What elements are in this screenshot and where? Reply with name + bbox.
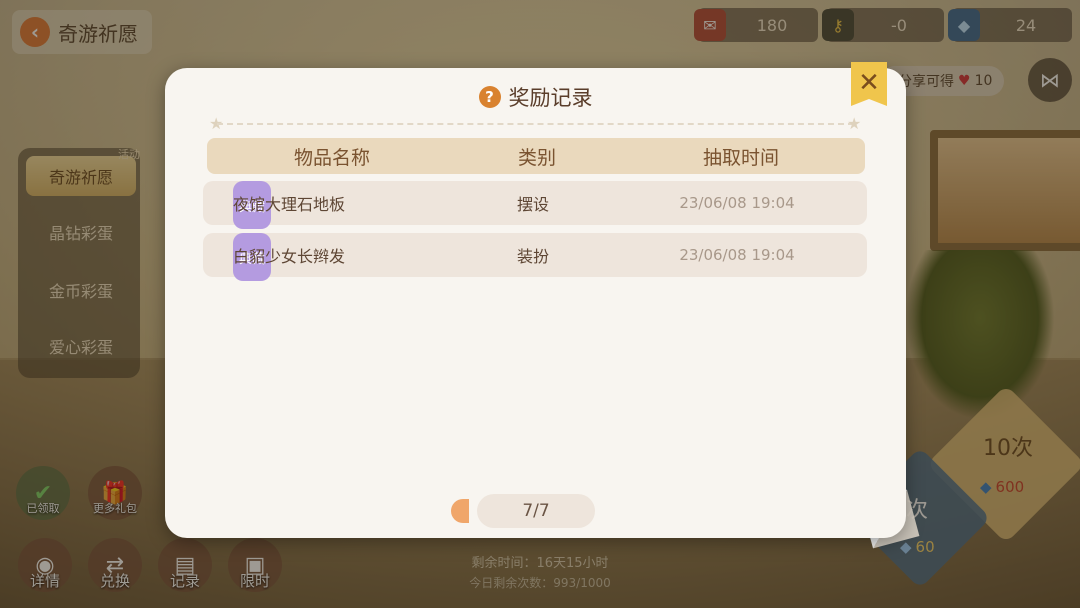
table-header: 物品名称 类别 抽取时间 xyxy=(207,138,865,174)
modal-title-text: 奖励记录 xyxy=(508,86,593,110)
table-row: 典藏 白貂少女长辫发 装扮 23/06/08 19:04 xyxy=(203,233,867,281)
item-time: 23/06/08 19:04 xyxy=(679,194,795,212)
item-name-cell: 典藏 夜馆大理石地板 xyxy=(203,181,483,229)
column-header-time: 抽取时间 xyxy=(702,146,779,169)
close-icon: ✕ xyxy=(858,68,880,98)
page-indicator: 7/7 xyxy=(477,494,595,528)
help-icon[interactable]: ? xyxy=(478,86,501,108)
modal-title: ? 奖励记录 xyxy=(165,82,906,112)
item-name: 白貂少女长辫发 xyxy=(233,247,346,266)
column-header-name: 物品名称 xyxy=(293,146,370,169)
item-name: 夜馆大理石地板 xyxy=(233,195,346,214)
column-header-category: 类别 xyxy=(517,146,556,169)
title-divider xyxy=(217,123,854,125)
item-category: 装扮 xyxy=(516,247,549,266)
reward-record-modal: ? 奖励记录 ★ ★ ✕ 物品名称 类别 抽取时间 典藏 夜馆大理石地板 摆设 … xyxy=(165,62,906,538)
star-icon: ★ xyxy=(847,114,862,133)
item-category: 摆设 xyxy=(516,195,549,214)
item-time: 23/06/08 19:04 xyxy=(679,246,795,264)
prev-page-button[interactable] xyxy=(451,499,469,523)
item-name-cell: 典藏 白貂少女长辫发 xyxy=(203,233,483,281)
table-row: 典藏 夜馆大理石地板 摆设 23/06/08 19:04 xyxy=(203,181,867,229)
